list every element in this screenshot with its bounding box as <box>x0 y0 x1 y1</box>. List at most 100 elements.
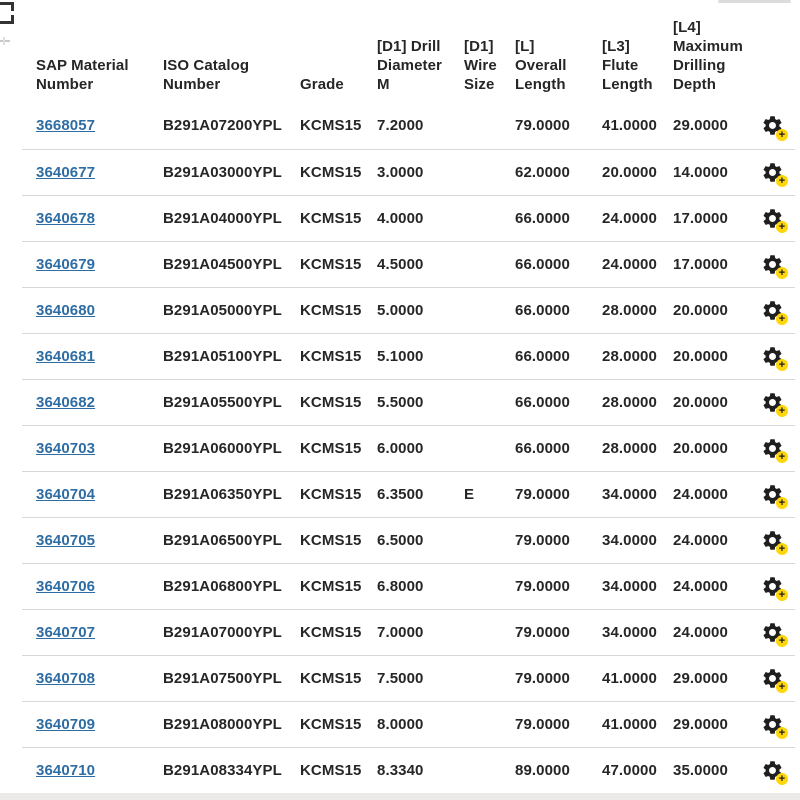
sap-material-link[interactable]: 3640710 <box>36 762 95 779</box>
table-row: 3640704 B291A06350YPL KCMS15 6.3500 E 79… <box>22 471 795 517</box>
expand-icon-partial[interactable] <box>0 0 20 50</box>
max-drilling-depth-cell: 29.0000 <box>659 655 741 701</box>
drill-diameter-cell: 8.3340 <box>363 747 450 793</box>
sap-material-link[interactable]: 3640709 <box>36 716 95 733</box>
configure-add-gear-button[interactable]: + <box>761 665 787 691</box>
iso-catalog-cell: B291A06350YPL <box>149 471 286 517</box>
configure-add-gear-button[interactable]: + <box>761 113 787 139</box>
sap-material-link[interactable]: 3640708 <box>36 670 95 687</box>
drill-diameter-cell: 5.5000 <box>363 379 450 425</box>
actions-cell: + <box>741 471 795 517</box>
actions-cell: + <box>741 747 795 793</box>
sap-material-link[interactable]: 3640707 <box>36 624 95 641</box>
overall-length-cell: 79.0000 <box>501 609 588 655</box>
iso-catalog-cell: B291A05100YPL <box>149 333 286 379</box>
wire-size-cell <box>450 149 501 195</box>
iso-catalog-cell: B291A07000YPL <box>149 609 286 655</box>
overall-length-cell: 79.0000 <box>501 471 588 517</box>
max-drilling-depth-cell: 24.0000 <box>659 471 741 517</box>
sap-material-link[interactable]: 3640680 <box>36 302 95 319</box>
wire-size-cell <box>450 517 501 563</box>
flute-length-cell: 41.0000 <box>588 655 659 701</box>
configure-add-gear-button[interactable]: + <box>761 251 787 277</box>
sap-material-cell: 3640709 <box>22 701 149 747</box>
sap-material-link[interactable]: 3640678 <box>36 210 95 227</box>
grade-cell: KCMS15 <box>286 747 363 793</box>
flute-length-cell: 28.0000 <box>588 287 659 333</box>
max-drilling-depth-cell: 17.0000 <box>659 241 741 287</box>
wire-size-cell <box>450 701 501 747</box>
sap-material-link[interactable]: 3640682 <box>36 394 95 411</box>
configure-add-gear-button[interactable]: + <box>761 757 787 783</box>
actions-cell: + <box>741 103 795 149</box>
configure-add-gear-button[interactable]: + <box>761 573 787 599</box>
actions-cell: + <box>741 701 795 747</box>
grade-cell: KCMS15 <box>286 287 363 333</box>
overall-length-cell: 66.0000 <box>501 379 588 425</box>
table-header: SAP Material Number ISO Catalog Number G… <box>22 0 795 103</box>
table-row: 3668057 B291A07200YPL KCMS15 7.2000 79.0… <box>22 103 795 149</box>
configure-add-gear-button[interactable]: + <box>761 389 787 415</box>
configure-add-gear-button[interactable]: + <box>761 297 787 323</box>
flute-length-cell: 28.0000 <box>588 425 659 471</box>
plus-badge-icon: + <box>776 359 788 371</box>
actions-cell: + <box>741 609 795 655</box>
plus-badge-icon: + <box>776 635 788 647</box>
sap-material-cell: 3640705 <box>22 517 149 563</box>
sap-material-link[interactable]: 3640705 <box>36 532 95 549</box>
sap-material-link[interactable]: 3640677 <box>36 164 95 181</box>
col-header-flute-length: [L3] Flute Length <box>588 0 659 103</box>
wire-size-cell <box>450 609 501 655</box>
iso-catalog-cell: B291A08334YPL <box>149 747 286 793</box>
table-row: 3640703 B291A06000YPL KCMS15 6.0000 66.0… <box>22 425 795 471</box>
drill-diameter-cell: 7.5000 <box>363 655 450 701</box>
table-row: 3640682 B291A05500YPL KCMS15 5.5000 66.0… <box>22 379 795 425</box>
col-header-wire-size: [D1] Wire Size <box>450 0 501 103</box>
drill-diameter-cell: 6.0000 <box>363 425 450 471</box>
col-header-drill-diameter: [D1] Drill Diameter M <box>363 0 450 103</box>
iso-catalog-cell: B291A04000YPL <box>149 195 286 241</box>
max-drilling-depth-cell: 24.0000 <box>659 609 741 655</box>
sap-material-cell: 3640678 <box>22 195 149 241</box>
max-drilling-depth-cell: 20.0000 <box>659 287 741 333</box>
grade-cell: KCMS15 <box>286 609 363 655</box>
max-drilling-depth-cell: 14.0000 <box>659 149 741 195</box>
max-drilling-depth-cell: 20.0000 <box>659 425 741 471</box>
configure-add-gear-button[interactable]: + <box>761 205 787 231</box>
flute-length-cell: 28.0000 <box>588 379 659 425</box>
sap-material-link[interactable]: 3668057 <box>36 117 95 134</box>
sap-material-link[interactable]: 3640704 <box>36 486 95 503</box>
grade-cell: KCMS15 <box>286 655 363 701</box>
configure-add-gear-button[interactable]: + <box>761 159 787 185</box>
flute-length-cell: 41.0000 <box>588 103 659 149</box>
drill-diameter-cell: 5.0000 <box>363 287 450 333</box>
configure-add-gear-button[interactable]: + <box>761 343 787 369</box>
catalog-table-page: SAP Material Number ISO Catalog Number G… <box>0 0 800 800</box>
iso-catalog-cell: B291A06000YPL <box>149 425 286 471</box>
actions-cell: + <box>741 379 795 425</box>
sap-material-link[interactable]: 3640681 <box>36 348 95 365</box>
actions-cell: + <box>741 563 795 609</box>
iso-catalog-cell: B291A04500YPL <box>149 241 286 287</box>
max-drilling-depth-cell: 24.0000 <box>659 517 741 563</box>
wire-size-cell <box>450 747 501 793</box>
sap-material-link[interactable]: 3640703 <box>36 440 95 457</box>
configure-add-gear-button[interactable]: + <box>761 435 787 461</box>
sap-material-cell: 3640707 <box>22 609 149 655</box>
configure-add-gear-button[interactable]: + <box>761 711 787 737</box>
drill-diameter-cell: 7.0000 <box>363 609 450 655</box>
configure-add-gear-button[interactable]: + <box>761 619 787 645</box>
wire-size-cell <box>450 425 501 471</box>
actions-cell: + <box>741 517 795 563</box>
configure-add-gear-button[interactable]: + <box>761 527 787 553</box>
grade-cell: KCMS15 <box>286 103 363 149</box>
sap-material-link[interactable]: 3640679 <box>36 256 95 273</box>
wire-size-cell <box>450 563 501 609</box>
sap-material-cell: 3668057 <box>22 103 149 149</box>
sap-material-link[interactable]: 3640706 <box>36 578 95 595</box>
configure-add-gear-button[interactable]: + <box>761 481 787 507</box>
overall-length-cell: 79.0000 <box>501 701 588 747</box>
max-drilling-depth-cell: 20.0000 <box>659 333 741 379</box>
iso-catalog-cell: B291A05500YPL <box>149 379 286 425</box>
sap-material-cell: 3640708 <box>22 655 149 701</box>
